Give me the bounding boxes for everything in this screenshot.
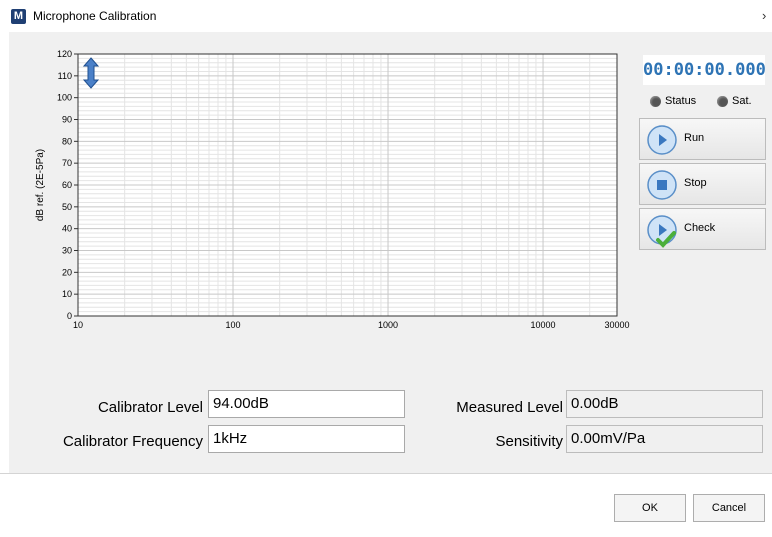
y-tick-label: 100 [57,93,72,103]
measured-level-field: 0.00dB [566,390,763,418]
stop-icon [647,170,677,200]
app-icon: M [11,9,26,24]
cancel-button[interactable]: Cancel [693,494,765,522]
y-tick-label: 120 [57,49,72,59]
check-label: Check [684,222,716,234]
y-axis-ticks: 0 10 20 30 40 50 60 70 80 90 100 110 120 [57,49,78,321]
measured-level-label: Measured Level [456,399,563,416]
y-tick-label: 30 [62,246,72,256]
y-tick-label: 50 [62,202,72,212]
calibrator-frequency-field[interactable]: 1kHz [208,425,405,453]
sensitivity-field: 0.00mV/Pa [566,425,763,453]
play-icon [647,125,677,155]
y-tick-label: 10 [62,289,72,299]
status-led-label: Status [665,95,697,107]
y-tick-label: 60 [62,180,72,190]
chart-grid [77,53,618,317]
sensitivity-label: Sensitivity [495,433,563,450]
stop-button[interactable]: Stop [639,163,766,205]
check-button[interactable]: Check [639,208,766,250]
saturation-led-label: Sat. [732,95,752,107]
x-tick-label: 1000 [378,320,398,330]
stop-label: Stop [684,177,707,189]
y-tick-label: 40 [62,224,72,234]
elapsed-timer: 00:00:00.000 [643,55,766,85]
calibrator-level-label: Calibrator Level [97,399,203,416]
x-tick-label: 10 [73,320,83,330]
plot-panel: 0 10 20 30 40 50 60 70 80 90 100 110 120 10 100 1000 10… [9,32,630,360]
x-tick-label: 30000 [604,320,629,330]
status-led-icon [650,96,661,107]
calibrator-frequency-label: Calibrator Frequency [62,433,203,450]
check-play-icon [647,215,677,248]
run-label: Run [684,132,705,144]
frequency-response-chart[interactable]: 0102030405060708090100110120 10 100 1000 10… [9,32,630,360]
y-tick-label: 80 [62,136,72,146]
y-axis-label: dB ref. (2E-5Pa) [35,149,46,221]
ok-button[interactable]: OK [614,494,686,522]
y-tick-label: 110 [58,71,72,81]
window-title: Microphone Calibration [33,9,157,23]
title-bar: M Microphone Calibration › [0,0,772,32]
run-button[interactable]: Run [639,118,766,160]
y-tick-label: 0 [67,311,72,321]
y-tick-label: 20 [62,267,72,277]
close-icon[interactable]: › [762,8,766,23]
x-tick-label: 10000 [531,320,556,330]
x-tick-label: 100 [225,320,240,330]
x-axis-ticks: 10 100 1000 10000 30000 [73,320,630,330]
y-tick-label: 70 [62,158,72,168]
calibrator-level-field[interactable]: 94.00dB [208,390,405,418]
y-tick-label: 90 [62,115,72,125]
saturation-led-icon [717,96,728,107]
